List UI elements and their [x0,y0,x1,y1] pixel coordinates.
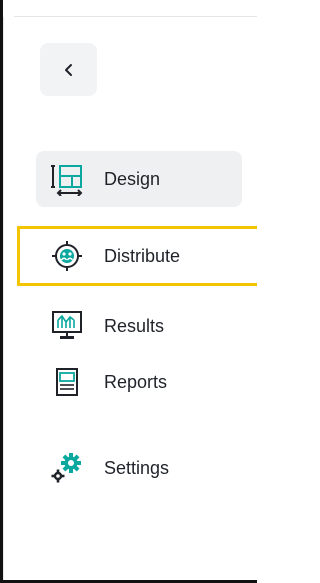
results-icon [50,309,84,343]
chevron-left-icon [64,63,72,76]
distribute-icon [50,239,84,273]
sidebar-item-distribute[interactable]: Distribute [17,226,257,286]
sidebar-item-label: Results [104,315,165,336]
back-button[interactable] [40,43,97,96]
design-icon [50,162,84,196]
sidebar-item-reports[interactable]: Reports [36,354,242,410]
sidebar-item-design[interactable]: Design [36,151,242,207]
sidebar-item-label: Distribute [104,245,181,266]
reports-icon [50,365,84,399]
settings-icon [50,451,84,485]
sidebar-item-label: Design [104,168,161,189]
sidebar-item-settings[interactable]: Settings [36,440,242,496]
sidebar-item-label: Reports [104,371,168,392]
sidebar-item-results[interactable]: Results [36,298,242,354]
sidebar-item-label: Settings [104,457,170,478]
